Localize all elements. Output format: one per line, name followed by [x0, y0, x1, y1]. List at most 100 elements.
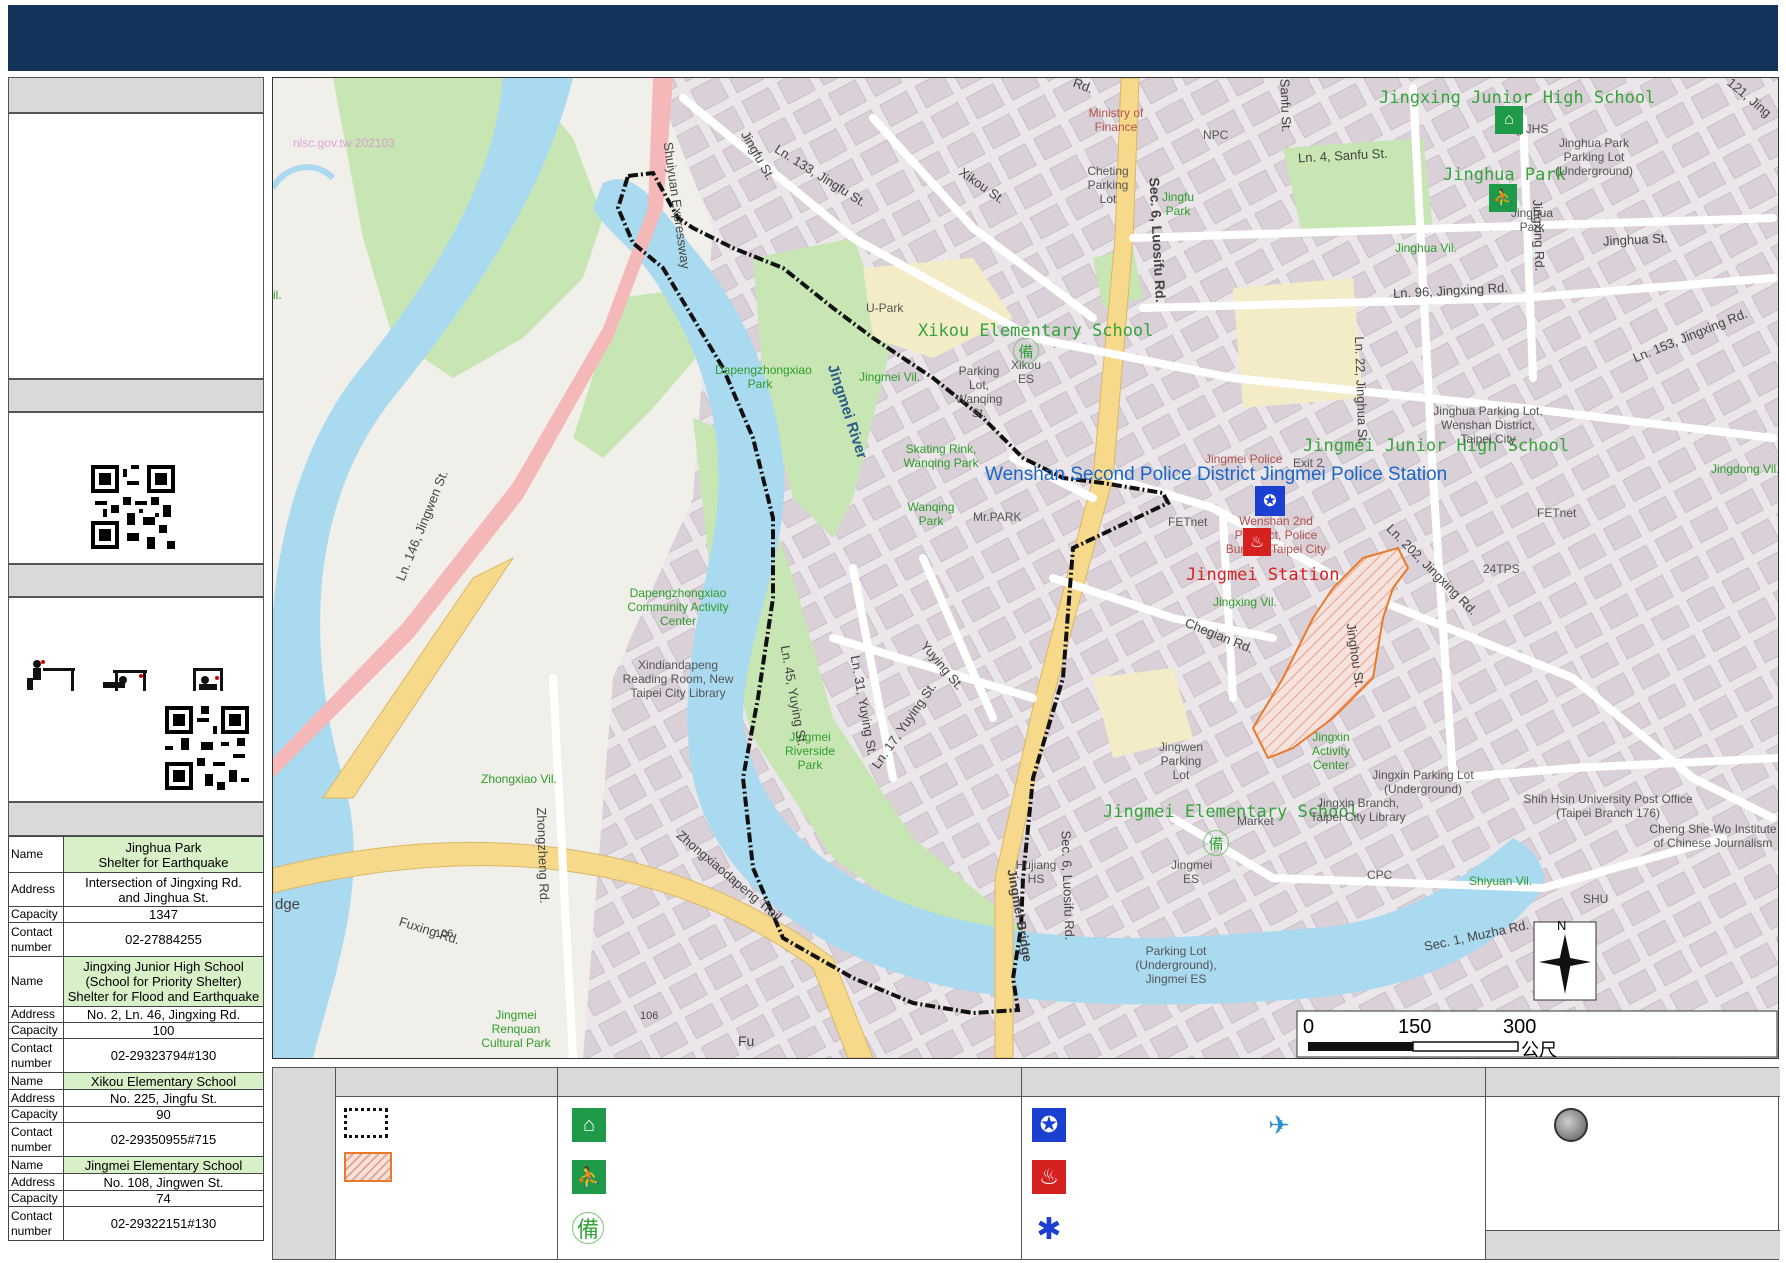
legend-col-3: ✪ ♨ ✱ ✈ — [1021, 1068, 1485, 1259]
poi-mrpark: Mr.PARK — [973, 510, 1022, 524]
table-row: Address No. 2, Ln. 46, Jingxing Rd. — [8, 1006, 264, 1023]
poi-jingxin: Jingxin Activity Center — [1311, 730, 1350, 772]
scale-unit: 公尺 — [1521, 1040, 1557, 1059]
field-label: Capacity — [8, 1190, 64, 1207]
info-panel-1 — [8, 113, 264, 379]
legend-col-1 — [335, 1068, 557, 1259]
legend-side-header — [273, 1068, 335, 1259]
legend-col-4 — [1485, 1068, 1780, 1259]
table-row: Name Jingmei Elementary School — [8, 1156, 264, 1174]
village-zhongxiao: Zhongxiao Vil. — [481, 772, 557, 786]
shelter-phone: 02-29350955#715 — [63, 1122, 264, 1157]
poi-community: Dapengzhongxiao Community Activity Cente… — [627, 586, 729, 628]
field-label: Contact number — [8, 922, 64, 957]
fire-station-icon[interactable]: ♨ — [1243, 528, 1271, 556]
table-row: Contact number 02-29323794#130 — [8, 1038, 264, 1073]
poi-ministry: Ministry of Finance — [1088, 106, 1144, 134]
table-row: Name Jinghua Park Shelter for Earthquake — [8, 836, 264, 873]
shelter-capacity: 1347 — [63, 906, 264, 923]
village-jingdong: Jingdong Vil. — [1711, 462, 1779, 476]
table-row: Address No. 108, Jingwen St. — [8, 1173, 264, 1191]
drill-panel — [8, 597, 264, 802]
field-label: Address — [8, 1089, 64, 1107]
village-shiyuan: Shiyuan Vil. — [1469, 874, 1533, 888]
road-fu: Fu — [738, 1033, 755, 1049]
poi-24tps: 24TPS — [1483, 562, 1520, 576]
backup-shelter-icon-legend: 備 — [572, 1212, 604, 1244]
field-label: Capacity — [8, 1022, 64, 1039]
panel-header-4 — [8, 802, 264, 836]
scale-tick: 150 — [1398, 1016, 1432, 1038]
shelter-capacity: 74 — [63, 1190, 264, 1207]
field-label: Contact number — [8, 1206, 64, 1241]
village-jinghua: Jinghua Vil. — [1395, 241, 1457, 255]
table-row: Address Intersection of Jingxing Rd. and … — [8, 872, 264, 907]
shelter-name: Jingxing Junior High School (School for … — [63, 956, 264, 1007]
table-row: Address No. 225, Jingfu St. — [8, 1089, 264, 1107]
poi-cheng: Cheng She-Wo Institute of Chinese Journa… — [1649, 822, 1777, 850]
poi-npc: NPC — [1203, 128, 1229, 142]
poi-riverside: Jingmei Riverside Park — [784, 730, 835, 772]
shelter-capacity: 100 — [63, 1022, 264, 1039]
backup-shelter-icon-2[interactable]: 備 — [1203, 830, 1229, 856]
table-row: Capacity 74 — [8, 1190, 264, 1207]
poi-dapeng-park: Dapengzhongxiao Park — [715, 363, 812, 391]
panel-header-1 — [8, 77, 264, 113]
shelter-phone: 02-27884255 — [63, 922, 264, 957]
poi-upark: U-Park — [866, 301, 904, 315]
field-label: Address — [8, 872, 64, 907]
poi-jinghua-parking-2: Jinghua Parking Lot, Wenshan District, T… — [1433, 404, 1543, 446]
shelter-park-icon-legend: ⛹ — [572, 1160, 606, 1194]
field-label: Capacity — [8, 906, 64, 923]
legend-panel: ⌂ ⛹ 備 ✪ ♨ ✱ ✈ — [272, 1067, 1780, 1260]
legend-col-4-header — [1486, 1068, 1780, 1097]
medical-icon: ✱ — [1036, 1212, 1062, 1246]
table-row: Name Xikou Elementary School — [8, 1072, 264, 1090]
table-row: Capacity 1347 — [8, 906, 264, 923]
shelter-table: Name Jinghua Park Shelter for Earthquake … — [8, 836, 264, 1241]
shelter-park-icon[interactable]: ⛹ — [1489, 184, 1517, 212]
poi-wenshan-2nd: Wenshan 2nd Precinct, Police Bureau, Tai… — [1225, 514, 1327, 556]
poi-renquan: Jingmei Renquan Cultural Park — [481, 1008, 551, 1050]
poi-jingwen-parking: Jingwen Parking Lot — [1158, 740, 1204, 782]
table-row: Contact number 02-27884255 — [8, 922, 264, 957]
field-label: Capacity — [8, 1106, 64, 1123]
qr-panel — [8, 412, 264, 564]
poi-shu: SHU — [1583, 892, 1609, 906]
poi-exit: Exit 2 — [1293, 456, 1324, 470]
poi-xikou-parking: Parking Lot, Wanqing St. — [955, 364, 1003, 420]
qr-code-icon[interactable] — [91, 465, 175, 549]
shelter-address: No. 108, Jingwen St. — [63, 1173, 264, 1191]
shelter-school-icon-legend: ⌂ — [572, 1108, 606, 1142]
gauge-icon — [1554, 1108, 1588, 1142]
field-label: Contact number — [8, 1122, 64, 1157]
poi-parking-ug: Parking Lot (Underground), Jingmei ES — [1135, 944, 1217, 986]
police-icon[interactable]: ✪ — [1255, 486, 1285, 516]
boundary-swatch — [344, 1108, 388, 1138]
poi-jinghua-parking: Jinghua Park Parking Lot (Underground) — [1554, 136, 1634, 178]
shelter-address: No. 2, Ln. 46, Jingxing Rd. — [63, 1006, 264, 1023]
poi-jingxin-parking: Jingxin Parking Lot (Underground) — [1372, 768, 1474, 796]
field-label: Name — [8, 836, 64, 873]
shelter-address: No. 225, Jingfu St. — [63, 1089, 264, 1107]
compass-north: N — [1557, 918, 1567, 933]
shelter-name: Xikou Elementary School — [63, 1072, 264, 1090]
map-label-police-station: Wenshan Second Police District Jingmei P… — [985, 464, 1448, 485]
shelter-school-icon[interactable]: ⌂ — [1495, 106, 1523, 134]
map-view[interactable]: N 0 150 300 公尺 nlsc.gov.tw 202103 Jingxi… — [272, 77, 1779, 1059]
poi-jingmei-es-small: Jingmei ES — [1171, 858, 1213, 886]
poi-cheting: Cheting Parking Lot — [1087, 164, 1129, 206]
header-bar — [8, 5, 1778, 71]
qr-code-icon-2[interactable] — [165, 706, 249, 790]
hazard-swatch — [344, 1152, 392, 1182]
poi-jingxin-library: Jingxin Branch, Taipei City Library — [1310, 796, 1406, 824]
shelter-address: Intersection of Jingxing Rd. and Jinghua… — [63, 872, 264, 907]
table-row: Capacity 90 — [8, 1106, 264, 1123]
helicopter-icon: ✈ — [1268, 1109, 1290, 1140]
poi-shih-hsin: Shih Hsin University Post Office (Taipei… — [1523, 792, 1693, 820]
shelter-phone: 02-29322151#130 — [63, 1206, 264, 1241]
police-icon-legend: ✪ — [1032, 1108, 1066, 1142]
backup-shelter-icon[interactable]: 備 — [1013, 338, 1039, 364]
map-label-fire-station: Jingmei Station — [1186, 565, 1340, 585]
road-106b: 106 — [640, 1010, 659, 1022]
